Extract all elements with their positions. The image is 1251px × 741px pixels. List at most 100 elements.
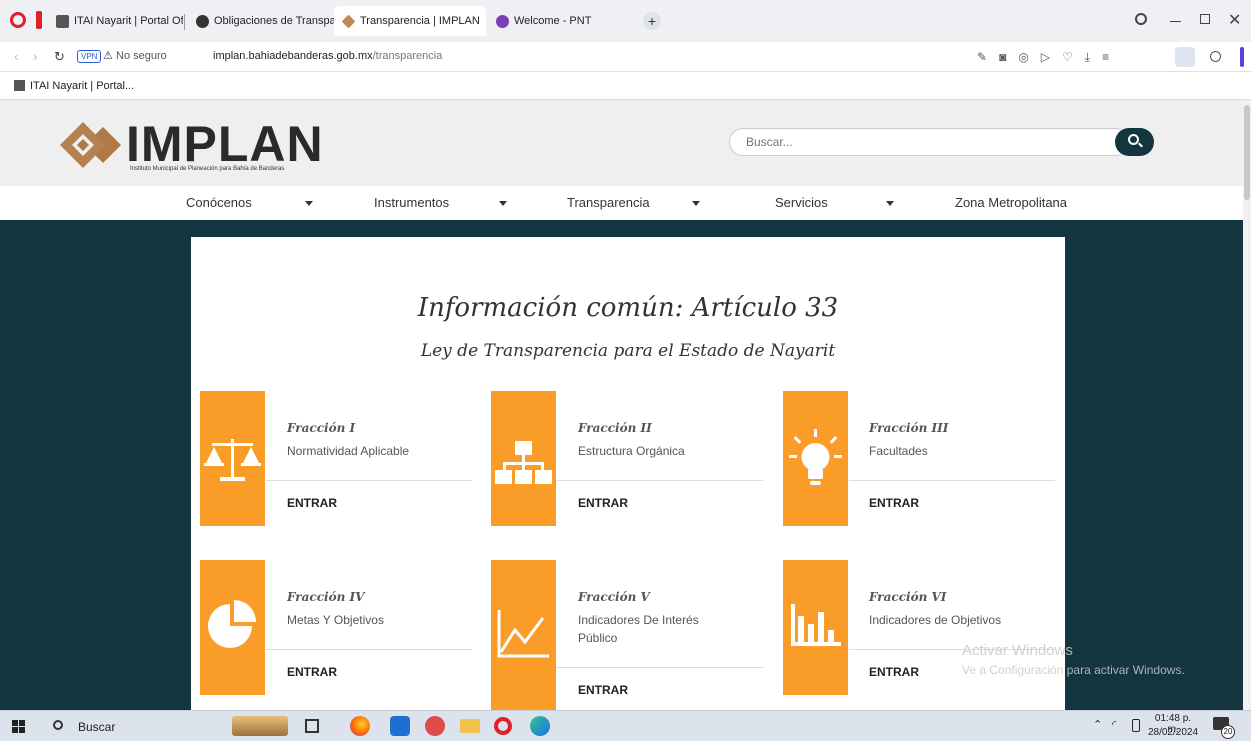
divider [266, 480, 472, 481]
close-icon[interactable]: ✕ [1228, 10, 1241, 30]
document-icon [56, 14, 69, 28]
sidebar-toggle-icon[interactable] [1240, 47, 1244, 67]
file-explorer-icon[interactable] [460, 719, 480, 733]
search-tabs-icon[interactable] [1135, 13, 1147, 25]
fraccion-desc: Normatividad Aplicable [287, 444, 410, 458]
fraccion-title: Fracción IV [287, 590, 365, 604]
enter-button[interactable]: ENTRAR [578, 496, 628, 510]
forward-icon[interactable]: › [33, 49, 37, 64]
new-tab-button[interactable]: + [643, 12, 661, 30]
back-icon[interactable]: ‹ [14, 49, 18, 64]
minimize-icon[interactable] [1170, 21, 1181, 22]
fraccion-desc: Facultades [869, 444, 928, 458]
tab-obligaciones[interactable]: Obligaciones de Transpare [188, 6, 334, 36]
fraccion-iii-card[interactable] [783, 391, 848, 526]
logo-text: IMPLAN [126, 116, 324, 172]
page-title: Información común: Artículo 33 [417, 293, 839, 323]
nav-instrumentos[interactable]: Instrumentos [374, 186, 449, 220]
enter-button[interactable]: ENTRAR [287, 665, 337, 679]
url-domain: implan.bahiadebanderas.gob.mx [213, 50, 373, 62]
shield-icon[interactable]: ◎ [1018, 50, 1028, 65]
tab-pnt[interactable]: Welcome - PNT [488, 6, 628, 36]
browser-tab-bar: ITAI Nayarit | Portal Oficial Obligacion… [0, 0, 1251, 42]
divider [266, 649, 472, 650]
chevron-down-icon[interactable] [692, 201, 700, 206]
enter-button[interactable]: ENTRAR [578, 683, 628, 697]
edge-icon[interactable] [530, 716, 550, 736]
fraccion-title: Fracción I [287, 421, 356, 435]
profile-icon[interactable] [1175, 47, 1195, 67]
security-status[interactable]: No seguro [116, 50, 167, 62]
search-button[interactable] [1115, 128, 1154, 156]
reload-icon[interactable]: ↻ [54, 49, 65, 65]
pie-chart-icon [208, 600, 256, 648]
tab-divider [184, 14, 185, 30]
divider [557, 667, 763, 668]
fraccion-vi-card[interactable] [783, 560, 848, 695]
implan-favicon-icon [341, 14, 356, 28]
download-icon[interactable]: ⤓ [1085, 50, 1090, 65]
windows-start-icon[interactable] [12, 720, 25, 733]
widgets-icon[interactable] [232, 716, 288, 736]
fraccion-i-card[interactable] [200, 391, 265, 526]
globe-icon [196, 14, 209, 28]
implan-mark-icon [60, 122, 121, 168]
chevron-down-icon[interactable] [305, 201, 313, 206]
nav-label: Conócenos [186, 195, 252, 210]
search-icon [53, 720, 63, 730]
fraccion-v-card[interactable] [491, 560, 556, 710]
enter-button[interactable]: ENTRAR [287, 496, 337, 510]
fraccion-desc: Estructura Orgánica [578, 444, 685, 458]
chevron-down-icon[interactable] [886, 201, 894, 206]
fraccion-ii-card[interactable] [491, 391, 556, 526]
vpn-badge[interactable]: VPN [77, 50, 102, 63]
scrollbar-thumb[interactable] [1244, 105, 1250, 200]
mail-icon[interactable] [390, 716, 410, 736]
nav-transparencia[interactable]: Transparencia [567, 186, 650, 220]
bookmarks-bar: ITAI Nayarit | Portal... [0, 72, 1251, 100]
sidebar-pin-icon[interactable] [36, 11, 42, 29]
enter-button[interactable]: ENTRAR [869, 496, 919, 510]
activation-watermark-text: Ve a Configuración para activar Windows. [962, 663, 1185, 677]
url-text[interactable]: implan.bahiadebanderas.gob.mx/transparen… [213, 50, 442, 62]
restore-icon[interactable] [1200, 14, 1210, 24]
taskbar-search[interactable]: Buscar [45, 716, 225, 738]
extensions-icon[interactable] [1210, 51, 1221, 62]
opera-icon[interactable] [494, 717, 512, 735]
nav-conocenos[interactable]: Conócenos [186, 186, 252, 220]
nav-zona-metropolitana[interactable]: Zona Metropolitana [955, 186, 1067, 220]
task-view-icon[interactable] [305, 719, 319, 733]
main-nav: Conócenos Instrumentos Transparencia Ser… [0, 186, 1243, 220]
warning-icon[interactable]: ⚠ [103, 49, 113, 62]
edit-icon[interactable]: ✎ [977, 50, 987, 65]
opera-logo-icon[interactable] [10, 12, 26, 28]
camera-icon[interactable]: ◙ [999, 50, 1006, 65]
nav-servicios[interactable]: Servicios [775, 186, 828, 220]
search-icon-handle [1138, 142, 1143, 148]
chevron-up-icon[interactable]: ⌃ [1093, 718, 1102, 731]
enter-button[interactable]: ENTRAR [869, 665, 919, 679]
heart-icon[interactable]: ♡ [1062, 50, 1073, 65]
taskbar-search-label: Buscar [78, 720, 116, 734]
menu-icon[interactable]: ≡ [1102, 50, 1109, 65]
notification-count: 20 [1221, 725, 1235, 739]
site-search [729, 128, 1154, 156]
chevron-down-icon[interactable] [499, 201, 507, 206]
tab-transparencia-implan[interactable]: Transparencia | IMPLAN [334, 6, 486, 36]
bookmark-itai[interactable]: ITAI Nayarit | Portal... [14, 80, 134, 92]
tab-itai[interactable]: ITAI Nayarit | Portal Oficial [48, 6, 183, 36]
tab-label: Obligaciones de Transpare [214, 15, 334, 27]
content-panel: Información común: Artículo 33 Ley de Tr… [191, 237, 1065, 710]
fraccion-title: Fracción III [869, 421, 949, 435]
firefox-icon[interactable] [350, 716, 370, 736]
implan-logo[interactable]: IMPLAN Instituto Municipal de Planeación… [60, 116, 350, 178]
fraccion-iv-card[interactable] [200, 560, 265, 695]
scales-icon [204, 439, 261, 481]
clock-date[interactable]: 28/02/2024 [1146, 727, 1200, 738]
battery-icon[interactable] [1132, 719, 1140, 732]
paint-icon[interactable] [425, 716, 445, 736]
search-input[interactable] [729, 128, 1129, 156]
wifi-icon[interactable]: ◜ [1112, 718, 1116, 731]
nav-label: Instrumentos [374, 195, 450, 210]
play-icon[interactable]: ▷ [1041, 50, 1050, 65]
